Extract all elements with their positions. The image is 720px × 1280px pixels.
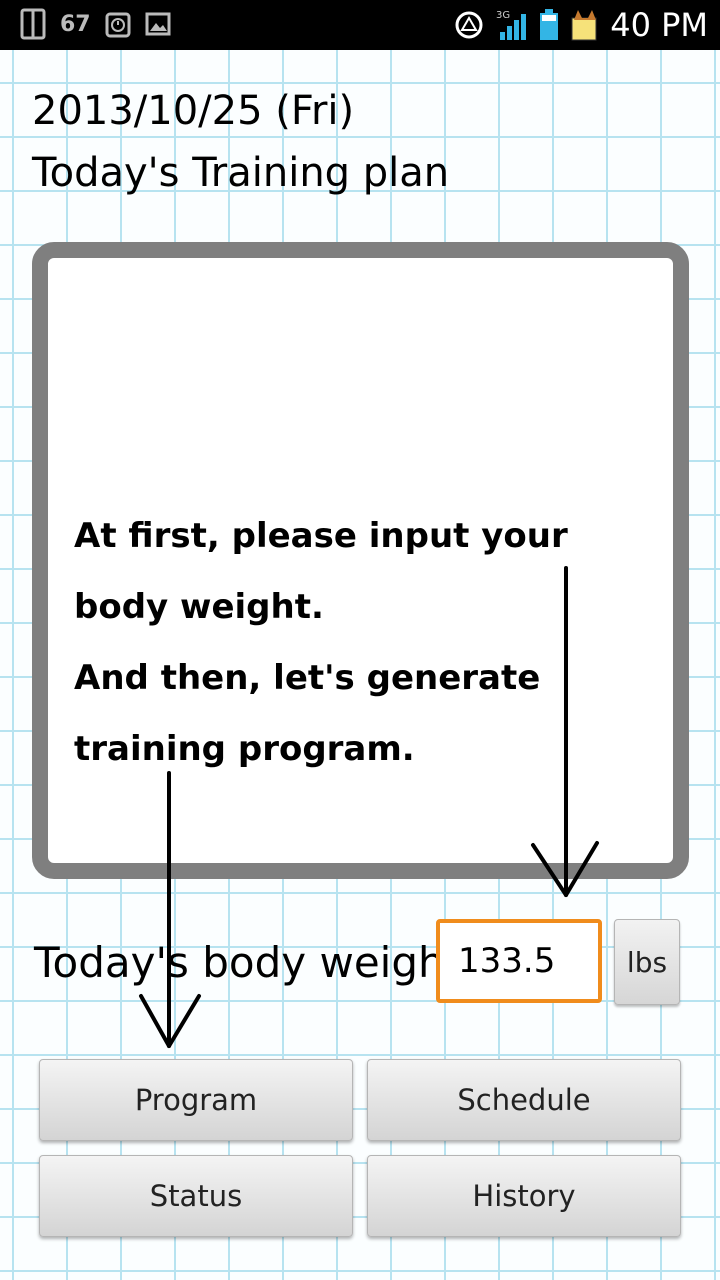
body-weight-input[interactable]: 133.5 — [436, 919, 602, 1003]
svg-text:3G: 3G — [496, 10, 510, 21]
alarm-clock-icon — [105, 10, 131, 38]
date-label: 2013/10/25 (Fri) — [32, 88, 355, 134]
unit-button[interactable]: lbs — [614, 919, 680, 1005]
instruction-line: At first, please input your — [74, 516, 568, 556]
notification-icon — [452, 8, 486, 42]
program-button[interactable]: Program — [39, 1059, 353, 1141]
instruction-line: body weight. — [74, 587, 324, 627]
instruction-message: At first, please input your body weight.… — [74, 501, 634, 785]
training-plan-panel: At first, please input your body weight.… — [32, 242, 689, 879]
signal-number: 67 — [60, 11, 91, 37]
sim-card-icon — [20, 8, 46, 40]
status-button[interactable]: Status — [39, 1155, 353, 1237]
page-title: Today's Training plan — [32, 150, 450, 196]
image-icon — [145, 12, 171, 36]
body-weight-label: Today's body weight — [34, 938, 462, 987]
status-time: 40 PM — [610, 6, 708, 44]
instruction-line: And then, let's generate — [74, 658, 541, 698]
battery-icon — [538, 8, 560, 42]
history-button[interactable]: History — [367, 1155, 681, 1237]
schedule-button[interactable]: Schedule — [367, 1059, 681, 1141]
cat-app-icon — [570, 8, 600, 42]
instruction-line: training program. — [74, 729, 415, 769]
status-bar: 67 3G 40 PM — [0, 0, 720, 50]
signal-3g-icon: 3G — [496, 8, 528, 42]
